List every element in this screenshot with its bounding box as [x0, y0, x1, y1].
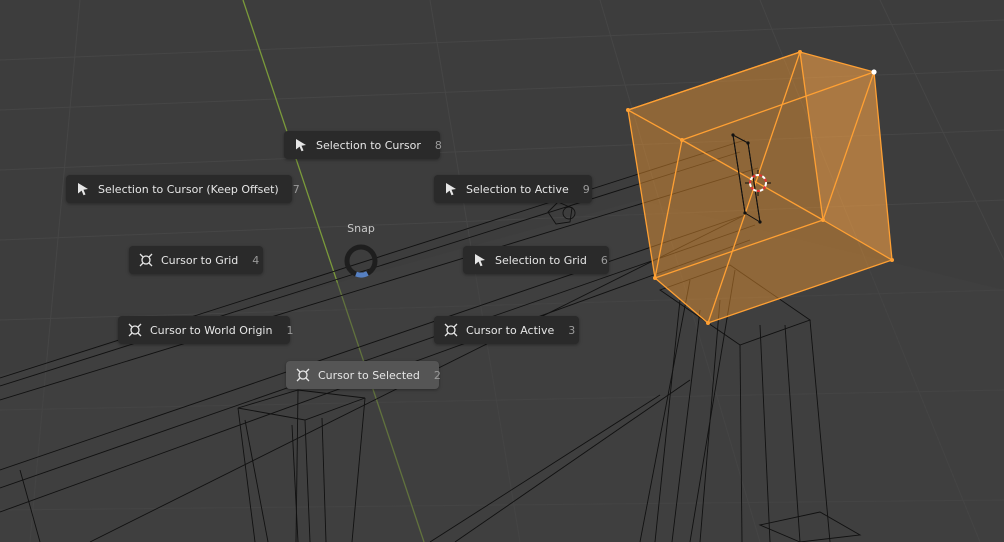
3d-cursor-icon — [139, 253, 153, 267]
pie-item-label: Selection to Grid — [495, 253, 587, 267]
pie-item-cursor-to-selected[interactable]: Cursor to Selected 2 — [286, 361, 441, 389]
pie-item-shortcut: 4 — [252, 253, 260, 267]
pie-item-selection-to-cursor-keep-offset[interactable]: Selection to Cursor (Keep Offset) 7 — [66, 175, 300, 203]
pie-item-label: Cursor to Selected — [318, 368, 420, 382]
pie-item-cursor-to-grid[interactable]: Cursor to Grid 4 — [129, 246, 263, 274]
3d-cursor-icon — [444, 323, 458, 337]
pie-item-cursor-to-active[interactable]: Cursor to Active 3 — [434, 316, 579, 344]
3d-cursor-icon — [296, 368, 310, 382]
pie-item-selection-to-cursor[interactable]: Selection to Cursor 8 — [284, 131, 442, 159]
pie-item-shortcut: 7 — [292, 182, 300, 196]
pie-item-label: Cursor to Active — [466, 323, 555, 337]
cursor-arrow-icon — [444, 182, 458, 196]
pie-item-shortcut: 6 — [600, 253, 608, 267]
pie-item-label: Selection to Cursor — [316, 138, 421, 152]
pie-item-shortcut: 3 — [568, 323, 576, 337]
pie-item-selection-to-active[interactable]: Selection to Active 9 — [434, 175, 592, 203]
cursor-arrow-icon — [294, 138, 308, 152]
pie-direction-indicator — [344, 244, 378, 278]
pie-item-label: Cursor to Grid — [161, 253, 239, 267]
pie-item-label: Selection to Cursor (Keep Offset) — [98, 182, 279, 196]
pie-item-shortcut: 8 — [434, 138, 442, 152]
pie-item-selection-to-grid[interactable]: Selection to Grid 6 — [463, 246, 609, 274]
pie-item-shortcut: 1 — [286, 323, 294, 337]
cursor-arrow-icon — [76, 182, 90, 196]
pie-item-label: Cursor to World Origin — [150, 323, 273, 337]
pie-item-label: Selection to Active — [466, 182, 569, 196]
pie-menu-title: Snap — [347, 222, 375, 235]
pie-item-shortcut: 9 — [582, 182, 590, 196]
3d-cursor-icon — [128, 323, 142, 337]
pie-item-shortcut: 2 — [433, 368, 441, 382]
active-vertex-icon — [871, 69, 877, 75]
cursor-arrow-icon — [473, 253, 487, 267]
pie-item-cursor-to-world-origin[interactable]: Cursor to World Origin 1 — [118, 316, 294, 344]
